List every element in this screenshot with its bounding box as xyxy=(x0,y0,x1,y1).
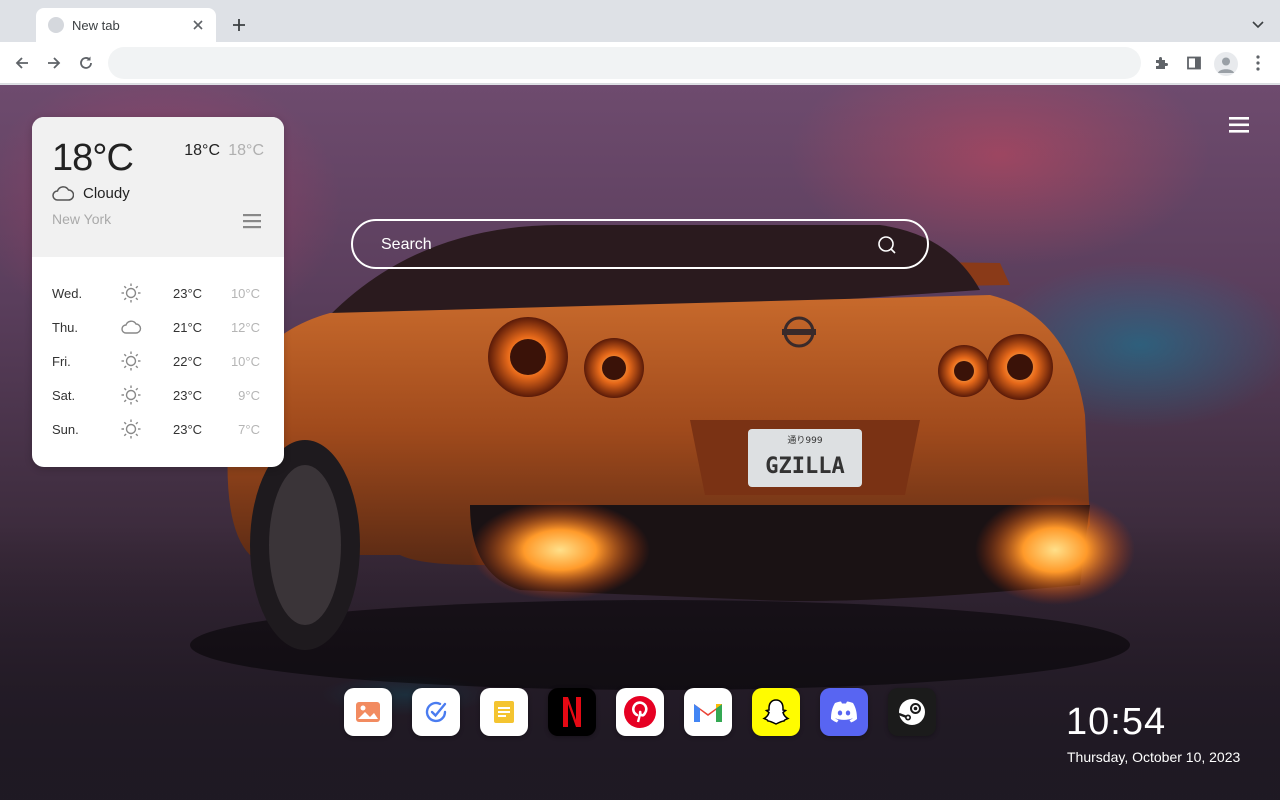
clock-date: Thursday, October 10, 2023 xyxy=(1067,749,1241,765)
search-input[interactable] xyxy=(381,233,861,257)
chevron-down-icon[interactable] xyxy=(1248,15,1268,35)
sun-icon xyxy=(120,282,142,304)
gmail-app[interactable] xyxy=(684,688,732,736)
profile-avatar-icon[interactable] xyxy=(1214,52,1238,76)
reload-icon[interactable] xyxy=(75,52,97,74)
side-panel-icon[interactable] xyxy=(1183,52,1205,74)
forecast-low: 10°C xyxy=(230,354,260,369)
forecast-day: Fri. xyxy=(52,354,71,369)
notes-app[interactable] xyxy=(480,688,528,736)
close-icon[interactable] xyxy=(190,17,206,33)
cloud-icon xyxy=(52,186,74,201)
forecast-row: Sat. 23°C 9°C xyxy=(32,379,284,413)
address-bar[interactable] xyxy=(108,47,1141,79)
sun-icon xyxy=(120,418,142,440)
clock-time: 10:54 xyxy=(1066,701,1167,743)
kebab-menu-icon[interactable] xyxy=(1247,52,1269,74)
discord-icon xyxy=(829,700,859,724)
sun-icon xyxy=(120,350,142,372)
gmail-icon xyxy=(692,700,724,724)
forecast-row: Sun. 23°C 7°C xyxy=(32,413,284,447)
snapchat-app[interactable] xyxy=(752,688,800,736)
forecast-high: 23°C xyxy=(173,388,203,403)
forecast-high: 23°C xyxy=(173,286,203,301)
browser-toolbar xyxy=(0,42,1280,84)
netflix-app[interactable] xyxy=(548,688,596,736)
forecast-high: 22°C xyxy=(173,354,203,369)
current-temperature: 18°C xyxy=(52,137,134,179)
tab-strip: New tab xyxy=(0,0,1280,42)
tab-new-tab[interactable]: New tab xyxy=(36,8,216,42)
pinterest-icon xyxy=(623,695,657,729)
search-icon[interactable] xyxy=(877,235,897,255)
photos-app[interactable] xyxy=(344,688,392,736)
forecast-row: Fri. 22°C 10°C xyxy=(32,345,284,379)
svg-text:通り999: 通り999 xyxy=(787,435,822,446)
forecast-high: 21°C xyxy=(173,320,203,335)
weather-city: New York xyxy=(52,211,112,227)
plus-icon[interactable] xyxy=(228,14,250,36)
forecast-day: Sun. xyxy=(52,422,79,437)
back-arrow-icon[interactable] xyxy=(11,52,33,74)
check-circle-icon xyxy=(423,699,449,725)
app-dock xyxy=(344,688,936,736)
forward-arrow-icon[interactable] xyxy=(43,52,65,74)
new-tab-page: 通り999 GZILLA 18°C 18°C 18°C Cloudy New Y… xyxy=(0,85,1280,800)
weather-condition: Cloudy xyxy=(83,185,130,202)
discord-app[interactable] xyxy=(820,688,868,736)
sun-icon xyxy=(120,384,142,406)
tasks-app[interactable] xyxy=(412,688,460,736)
weather-menu-icon[interactable] xyxy=(243,213,261,229)
snapchat-icon xyxy=(761,697,791,727)
weather-forecast: Wed. 23°C 10°C Thu. 21°C 12°C Fri. 22°C 10°C Sat.… xyxy=(32,277,284,447)
weather-current: 18°C 18°C 18°C Cloudy New York xyxy=(32,117,284,257)
pinterest-app[interactable] xyxy=(616,688,664,736)
forecast-low: 7°C xyxy=(238,422,260,437)
forecast-day: Wed. xyxy=(52,286,83,301)
low-temperature: 18°C xyxy=(228,142,264,159)
svg-text:GZILLA: GZILLA xyxy=(765,454,844,479)
tab-favicon-icon xyxy=(48,17,64,33)
steam-icon xyxy=(897,697,927,727)
forecast-day: Thu. xyxy=(52,320,79,335)
image-icon xyxy=(355,701,381,723)
high-temperature: 18°C xyxy=(184,142,220,159)
search-box[interactable] xyxy=(351,219,929,269)
note-icon xyxy=(493,700,515,724)
forecast-low: 10°C xyxy=(230,286,260,301)
extensions-puzzle-icon[interactable] xyxy=(1151,52,1173,74)
forecast-row: Wed. 23°C 10°C xyxy=(32,277,284,311)
steam-app[interactable] xyxy=(888,688,936,736)
tab-title: New tab xyxy=(72,17,120,33)
forecast-row: Thu. 21°C 12°C xyxy=(32,311,284,345)
forecast-low: 12°C xyxy=(230,320,260,335)
weather-widget[interactable]: 18°C 18°C 18°C Cloudy New York Wed. 23°C 1… xyxy=(32,117,284,467)
hamburger-menu-icon[interactable] xyxy=(1229,116,1249,134)
forecast-day: Sat. xyxy=(52,388,76,403)
cloud-icon xyxy=(120,316,142,338)
forecast-high: 23°C xyxy=(173,422,203,437)
forecast-low: 9°C xyxy=(238,388,260,403)
netflix-icon xyxy=(561,696,583,728)
